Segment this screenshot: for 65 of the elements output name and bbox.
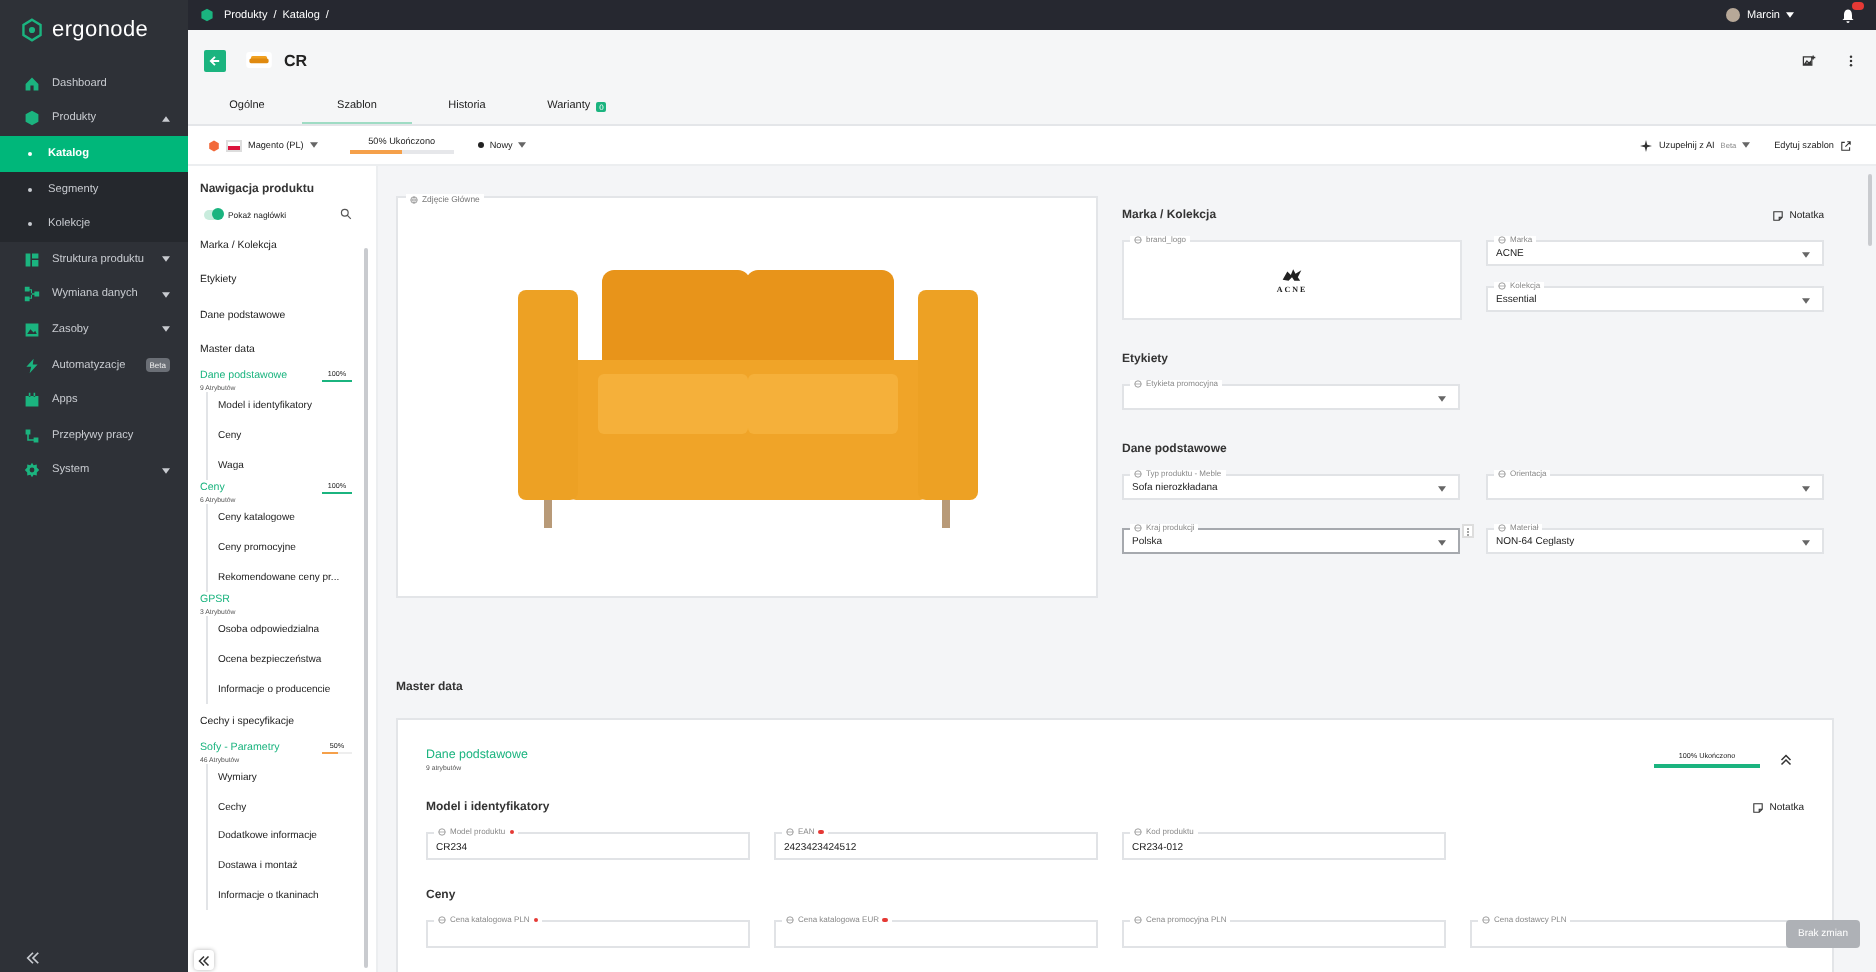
globe-icon (438, 828, 446, 836)
globe-icon (438, 916, 446, 924)
caret-icon (162, 467, 170, 474)
status-dot-icon (477, 142, 484, 148)
caret-icon (1786, 12, 1794, 18)
caret-icon (518, 142, 527, 148)
globe-icon (1134, 524, 1142, 532)
caret-icon (1438, 395, 1446, 401)
cube-icon (200, 8, 214, 22)
caret-icon (162, 256, 170, 263)
chevron-icon[interactable] (1780, 754, 1792, 766)
globe-icon (1498, 282, 1506, 290)
caret-icon (162, 291, 170, 298)
home-icon (24, 75, 40, 92)
globe-icon (410, 195, 418, 203)
image-icon (24, 321, 40, 338)
arrow-left-icon (208, 53, 222, 67)
globe-icon (1498, 236, 1506, 244)
globe-icon (786, 828, 794, 836)
image-icon[interactable] (1802, 53, 1816, 67)
sparkle-icon (1640, 139, 1653, 151)
caret-icon (1802, 539, 1810, 545)
globe-icon (1482, 916, 1490, 924)
note-icon (1771, 210, 1784, 222)
hexagon-icon (208, 139, 220, 151)
product-title: CR (284, 51, 308, 69)
caret-icon (1802, 297, 1810, 303)
globe-icon (1134, 916, 1142, 924)
caret-icon (1438, 539, 1446, 545)
back-button[interactable] (204, 49, 226, 71)
flow-icon (24, 427, 40, 444)
caret-icon (1438, 485, 1446, 491)
toggle-switch[interactable] (204, 209, 222, 219)
briefcase-icon (24, 392, 40, 409)
globe-icon (1498, 470, 1506, 478)
scrollbar[interactable] (1868, 174, 1872, 246)
avatar-icon (1726, 8, 1741, 22)
flag-icon (226, 139, 242, 151)
lightning-icon (24, 357, 40, 374)
globe-icon (1134, 828, 1142, 836)
caret-icon (162, 115, 170, 122)
caret-icon (309, 142, 318, 148)
note-icon (1751, 802, 1764, 814)
caret-icon (1802, 251, 1810, 257)
caret-icon (1742, 142, 1751, 148)
globe-icon (1134, 470, 1142, 478)
globe-icon (1134, 380, 1142, 388)
caret-icon (1802, 485, 1810, 491)
globe-icon (786, 916, 794, 924)
scrollbar[interactable] (364, 248, 368, 968)
more-icon[interactable] (1844, 53, 1858, 67)
grid-icon (24, 251, 40, 268)
globe-icon (1498, 524, 1506, 532)
collapse-icon[interactable] (26, 950, 42, 966)
logo-icon (20, 18, 44, 42)
caret-icon (162, 326, 170, 333)
settings-icon (24, 462, 40, 479)
search-icon[interactable] (340, 208, 352, 220)
sofa-icon (246, 52, 272, 68)
globe-icon (1134, 236, 1142, 244)
collapse-icon[interactable] (194, 950, 214, 970)
share-icon (24, 286, 40, 303)
cube-icon (24, 110, 40, 127)
logo-text: ergonode (52, 18, 149, 42)
external-link-icon (1840, 139, 1852, 151)
